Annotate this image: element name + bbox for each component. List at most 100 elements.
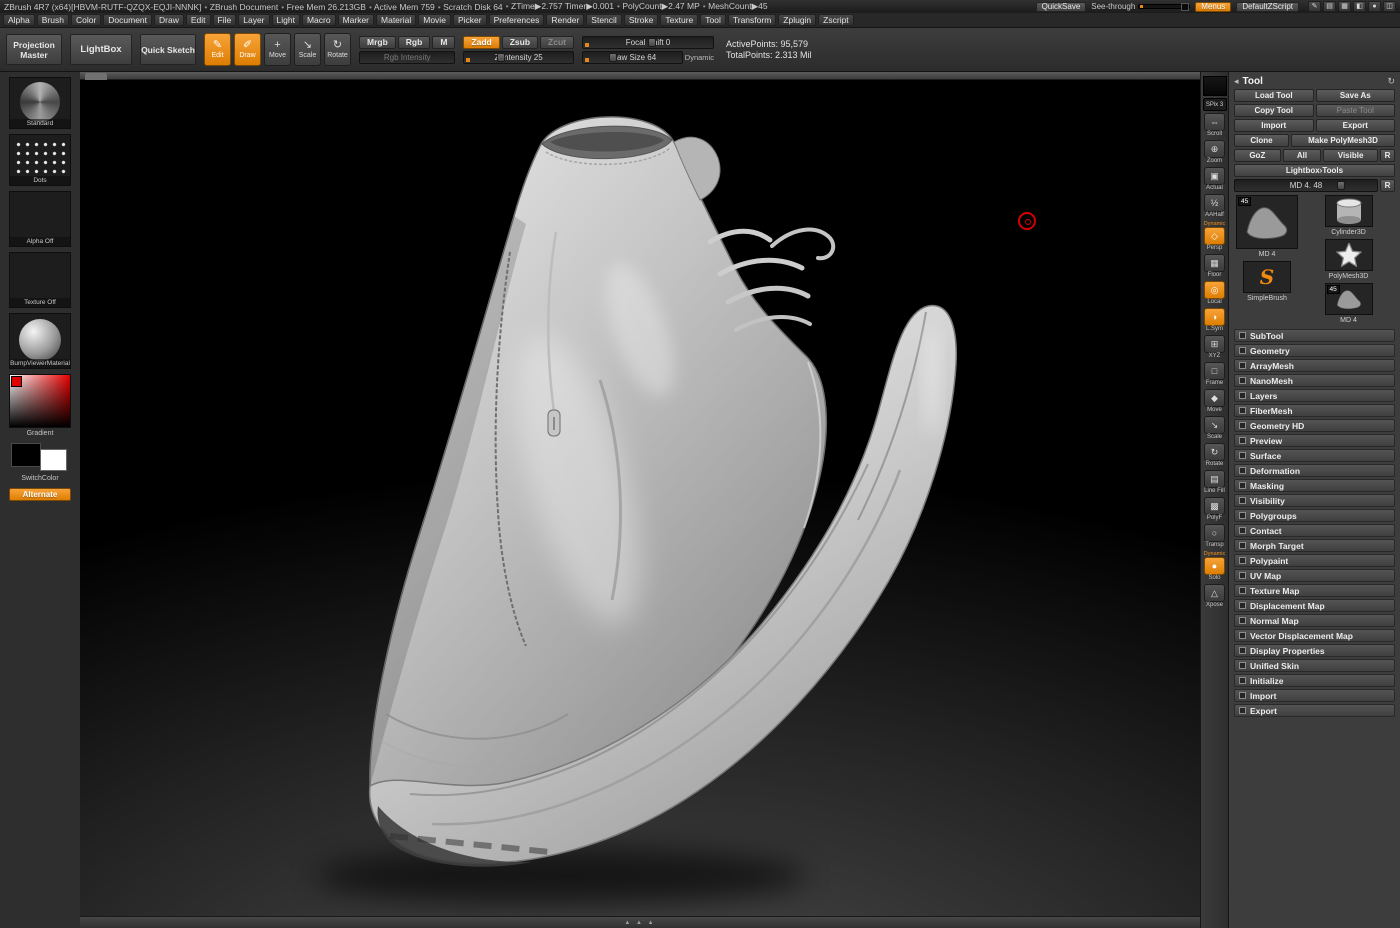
tool-section-row[interactable]: SubTool <box>1234 329 1395 342</box>
section-expand-icon[interactable] <box>1239 557 1246 564</box>
menu-item[interactable]: Stencil <box>586 14 622 26</box>
export-button[interactable]: Export <box>1316 119 1396 132</box>
goz-button[interactable]: GoZ <box>1234 149 1281 162</box>
circular-arrow-icon[interactable]: ↻ <box>1387 76 1395 87</box>
document-canvas[interactable]: ▲ ▲ ▲ <box>80 72 1200 928</box>
tool-section-row[interactable]: ArrayMesh <box>1234 359 1395 372</box>
slider-knob[interactable] <box>609 53 617 62</box>
menu-item[interactable]: Edit <box>186 14 211 26</box>
section-expand-icon[interactable] <box>1239 497 1246 504</box>
brush-picker[interactable]: Standard <box>9 77 71 129</box>
quicksave-button[interactable]: QuickSave <box>1036 2 1087 12</box>
section-expand-icon[interactable] <box>1239 422 1246 429</box>
section-expand-icon[interactable] <box>1239 632 1246 639</box>
menu-item[interactable]: Picker <box>453 14 487 26</box>
polyf-button[interactable]: ▩ PolyF <box>1204 497 1225 522</box>
menu-item[interactable]: Marker <box>338 14 374 26</box>
section-expand-icon[interactable] <box>1239 482 1246 489</box>
frame-button[interactable]: □ Frame <box>1204 362 1225 387</box>
goz-all-button[interactable]: All <box>1283 149 1322 162</box>
actual-button[interactable]: ▣ Actual <box>1204 167 1225 192</box>
menu-item[interactable]: Preferences <box>489 14 545 26</box>
see-through-slider[interactable]: See-through <box>1091 2 1190 11</box>
tool-section-row[interactable]: Masking <box>1234 479 1395 492</box>
menu-item[interactable]: Color <box>71 14 101 26</box>
zoom-button[interactable]: ⊕ Zoom <box>1204 140 1225 165</box>
draw-size-slider[interactable]: Draw Size 64 <box>582 51 683 64</box>
section-expand-icon[interactable] <box>1239 677 1246 684</box>
draw-button[interactable]: ✐ Draw <box>234 33 261 66</box>
tool-section-row[interactable]: Geometry HD <box>1234 419 1395 432</box>
rgb-button[interactable]: Rgb <box>398 36 431 49</box>
document-dock-icon[interactable]: ▤ <box>1323 1 1336 12</box>
local-button[interactable]: ◎ Local <box>1204 281 1225 306</box>
material-picker[interactable]: BumpViewerMaterial <box>9 313 71 369</box>
section-expand-icon[interactable] <box>1239 602 1246 609</box>
tool-section-row[interactable]: Unified Skin <box>1234 659 1395 672</box>
tool-section-row[interactable]: Contact <box>1234 524 1395 537</box>
floor-button[interactable]: ▦ Floor <box>1204 254 1225 279</box>
material-dock-icon[interactable]: ● <box>1368 1 1381 12</box>
rotate-view-button[interactable]: ↻ Rotate <box>1204 443 1225 468</box>
brush-dock-icon[interactable]: ✎ <box>1308 1 1321 12</box>
tool-section-row[interactable]: NanoMesh <box>1234 374 1395 387</box>
section-expand-icon[interactable] <box>1239 542 1246 549</box>
zadd-button[interactable]: Zadd <box>463 36 499 49</box>
scroll-button[interactable]: ⇔ Scroll <box>1204 113 1225 138</box>
xpose-button[interactable]: △ Xpose <box>1204 584 1225 609</box>
canvas-tab[interactable] <box>85 73 107 80</box>
section-expand-icon[interactable] <box>1239 452 1246 459</box>
tool-section-row[interactable]: Texture Map <box>1234 584 1395 597</box>
rgb-intensity-slider[interactable]: Rgb Intensity <box>359 51 455 64</box>
section-expand-icon[interactable] <box>1239 662 1246 669</box>
edit-button[interactable]: ✎ Edit <box>204 33 231 66</box>
section-expand-icon[interactable] <box>1239 587 1246 594</box>
menu-item[interactable]: Draw <box>154 14 184 26</box>
section-expand-icon[interactable] <box>1239 467 1246 474</box>
section-expand-icon[interactable] <box>1239 362 1246 369</box>
section-expand-icon[interactable] <box>1239 617 1246 624</box>
z-intensity-slider[interactable]: Z Intensity 25 <box>463 51 574 64</box>
tool-section-row[interactable]: UV Map <box>1234 569 1395 582</box>
section-expand-icon[interactable] <box>1239 437 1246 444</box>
section-expand-icon[interactable] <box>1239 377 1246 384</box>
slider-knob[interactable] <box>1337 181 1345 190</box>
section-expand-icon[interactable] <box>1239 407 1246 414</box>
section-expand-icon[interactable] <box>1239 332 1246 339</box>
slider-knob[interactable] <box>497 53 505 62</box>
section-expand-icon[interactable] <box>1239 572 1246 579</box>
tool-section-row[interactable]: Displacement Map <box>1234 599 1395 612</box>
scale-button[interactable]: ↘ Scale <box>294 33 321 66</box>
md-r-button[interactable]: R <box>1380 179 1395 192</box>
zcut-button[interactable]: Zcut <box>540 36 574 49</box>
tool-section-row[interactable]: Initialize <box>1234 674 1395 687</box>
tool-section-row[interactable]: Normal Map <box>1234 614 1395 627</box>
projection-master-button[interactable]: Projection Master <box>6 34 62 65</box>
tool-section-row[interactable]: Import <box>1234 689 1395 702</box>
section-expand-icon[interactable] <box>1239 647 1246 654</box>
menu-item[interactable]: Document <box>103 14 152 26</box>
tool-section-row[interactable]: Geometry <box>1234 344 1395 357</box>
tool-section-row[interactable]: Deformation <box>1234 464 1395 477</box>
texture-dock-icon[interactable]: ▦ <box>1338 1 1351 12</box>
menu-item[interactable]: Render <box>546 14 584 26</box>
import-button[interactable]: Import <box>1234 119 1314 132</box>
stroke-picker[interactable]: Dots <box>9 134 71 186</box>
tool-md4-recent[interactable]: 45 <box>1325 283 1373 315</box>
tool-section-row[interactable]: Display Properties <box>1234 644 1395 657</box>
menu-item[interactable]: Alpha <box>3 14 35 26</box>
mrgb-button[interactable]: Mrgb <box>359 36 396 49</box>
menu-item[interactable]: Transform <box>728 14 776 26</box>
slider-knob[interactable] <box>648 38 656 47</box>
tool-section-row[interactable]: Polypaint <box>1234 554 1395 567</box>
bpr-preview-button[interactable] <box>1203 76 1227 96</box>
menu-item[interactable]: Material <box>376 14 416 26</box>
save-as-button[interactable]: Save As <box>1316 89 1396 102</box>
move-view-button[interactable]: ◆ Move <box>1204 389 1225 414</box>
paste-tool-button[interactable]: Paste Tool <box>1316 104 1396 117</box>
section-expand-icon[interactable] <box>1239 512 1246 519</box>
persp-button[interactable]: Dynamic ◇ Persp <box>1204 221 1225 252</box>
palette-collapse-icon[interactable]: ◂ <box>1234 76 1239 87</box>
alternate-button[interactable]: Alternate <box>9 488 71 501</box>
menu-item[interactable]: Light <box>272 14 300 26</box>
